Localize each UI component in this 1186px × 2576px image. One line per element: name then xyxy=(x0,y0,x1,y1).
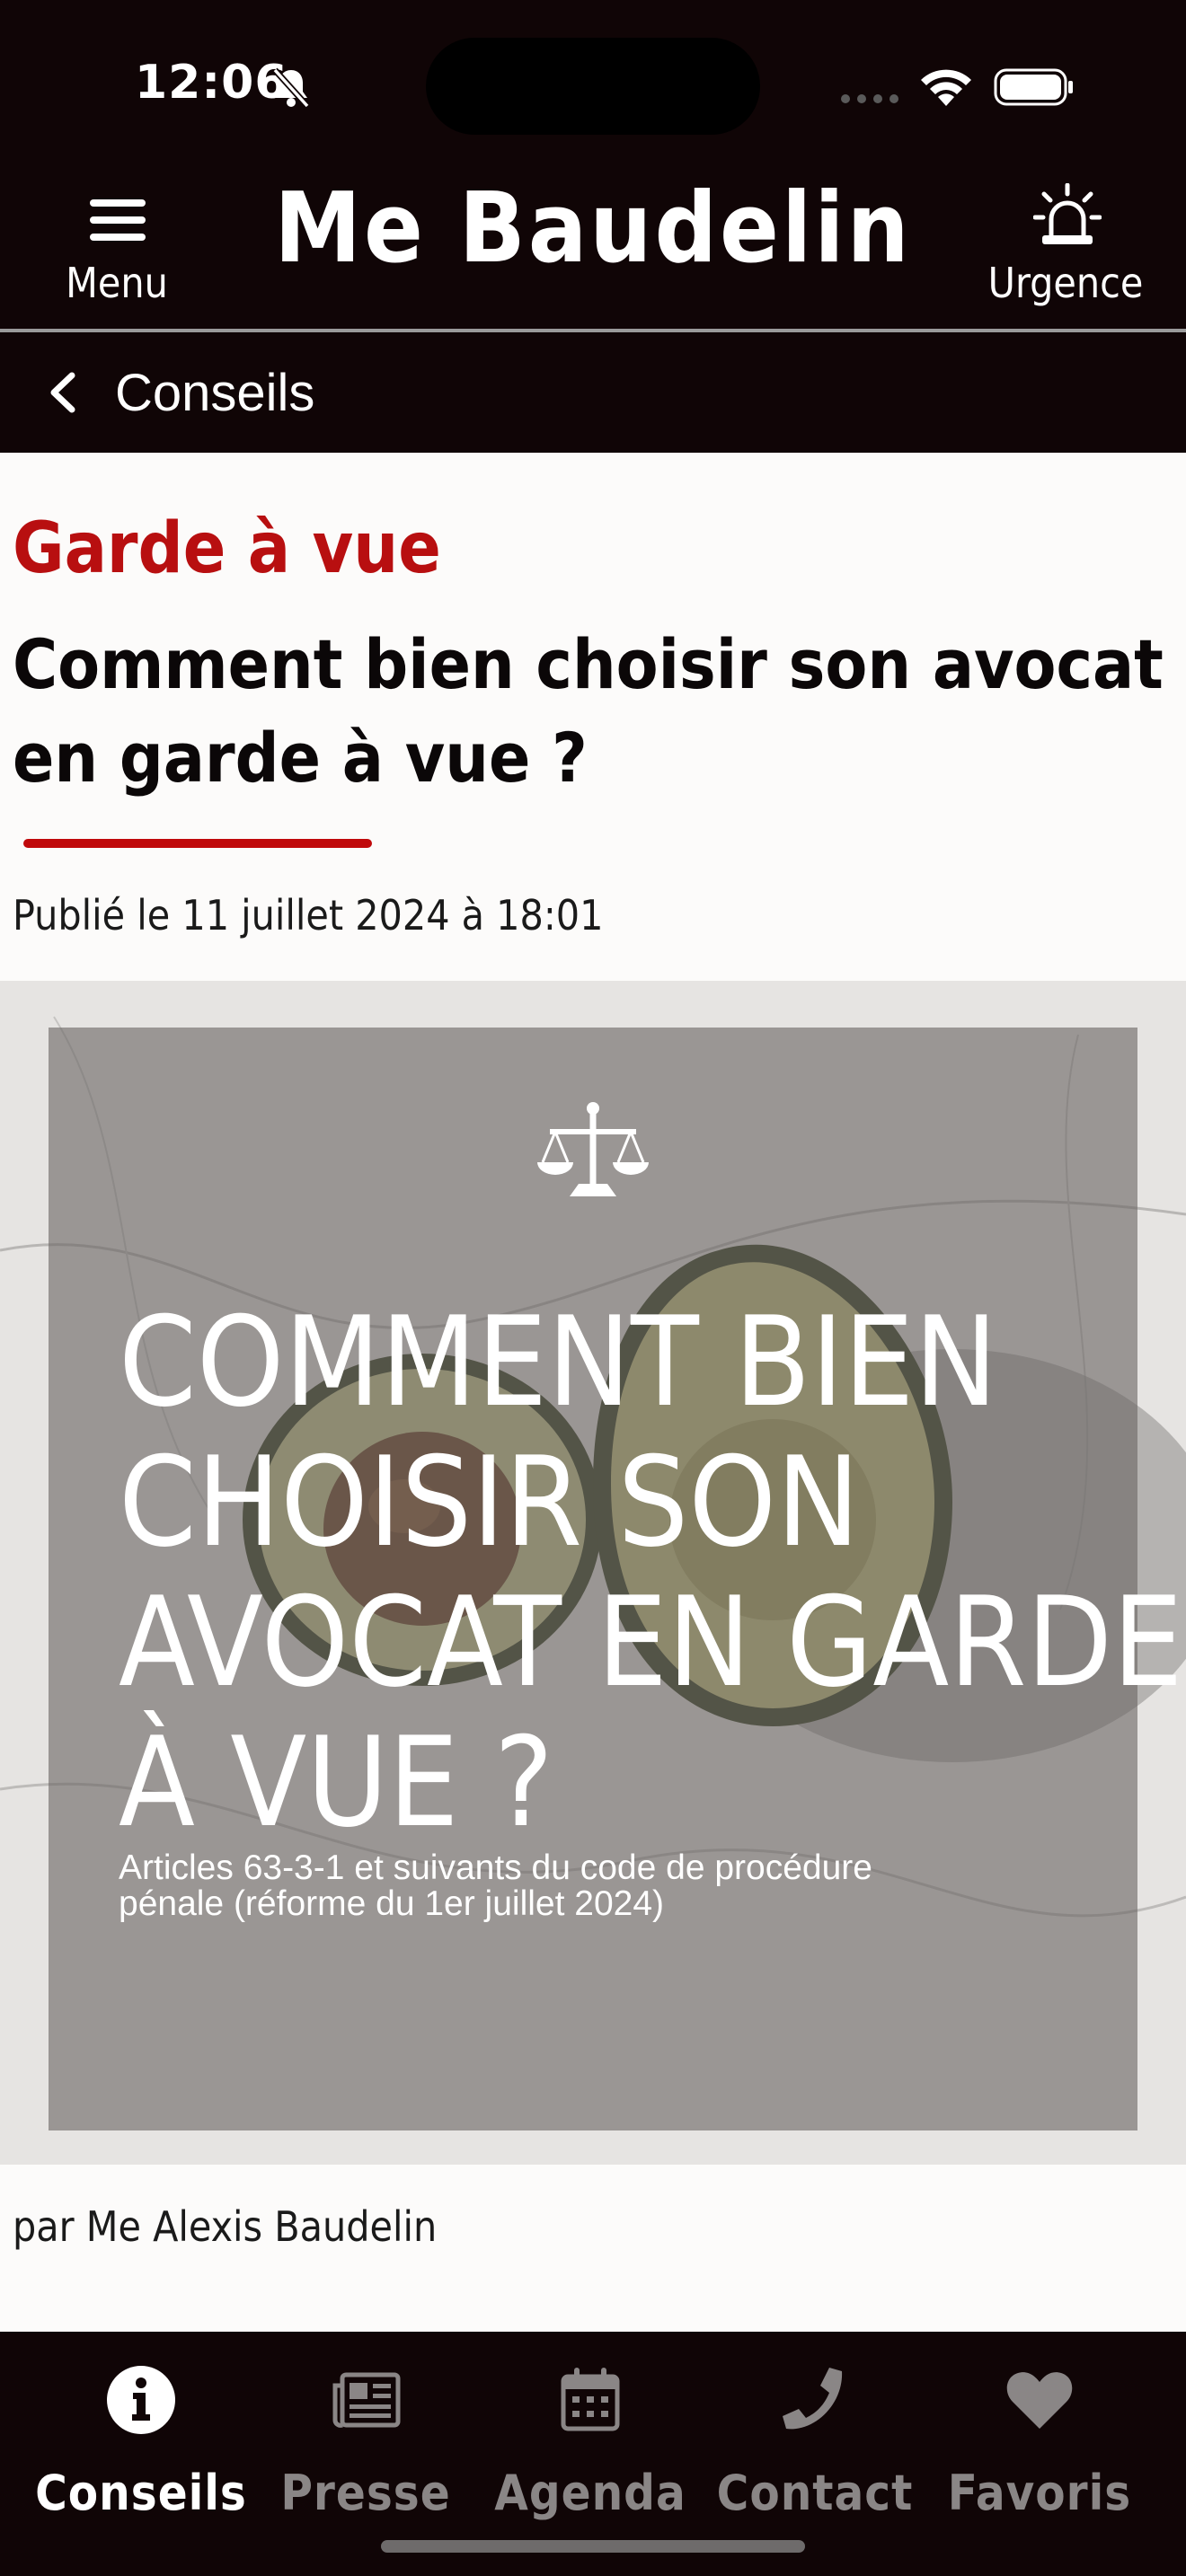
heart-icon xyxy=(1006,2372,1073,2429)
tab-label-favoris: Favoris xyxy=(947,2465,1132,2521)
back-label[interactable]: Conseils xyxy=(115,363,314,423)
tab-favoris[interactable]: Favoris xyxy=(927,2364,1152,2544)
tab-label-contact: Contact xyxy=(716,2465,914,2521)
status-time: 12:06 xyxy=(135,56,288,110)
menu-button[interactable]: Menu xyxy=(54,189,180,314)
info-icon xyxy=(107,2366,175,2434)
article-title: Comment bien choisir son avocat en garde… xyxy=(13,624,1164,798)
phone-icon xyxy=(783,2368,843,2430)
back-navigation[interactable]: Conseils xyxy=(0,332,1186,453)
tab-label-conseils: Conseils xyxy=(35,2465,247,2521)
image-subtitle-line-1: Articles 63-3-1 et suivants du code de p… xyxy=(119,1848,872,1887)
tab-conseils[interactable]: Conseils xyxy=(29,2364,253,2544)
newspaper-icon xyxy=(332,2372,401,2428)
tab-presse[interactable]: Presse xyxy=(253,2364,478,2544)
menu-label: Menu xyxy=(66,259,168,307)
article-image: COMMENT BIEN CHOISIR SON AVOCAT EN GARDE… xyxy=(0,981,1186,2165)
bell-off-icon xyxy=(272,67,310,108)
dynamic-island xyxy=(426,38,760,135)
battery-icon xyxy=(994,68,1073,106)
image-heading-line-2: CHOISIR SON xyxy=(119,1430,860,1575)
image-subtitle-line-2: pénale (réforme du 1er juillet 2024) xyxy=(119,1884,664,1923)
home-indicator[interactable] xyxy=(381,2540,805,2553)
image-heading-line-3: AVOCAT EN GARDE xyxy=(119,1570,1183,1715)
app-title: Me Baudelin xyxy=(274,172,912,285)
tab-contact[interactable]: Contact xyxy=(703,2364,927,2544)
urgence-button[interactable]: Urgence xyxy=(985,176,1146,314)
tab-label-agenda: Agenda xyxy=(494,2465,686,2521)
article-category: Garde à vue xyxy=(13,508,441,589)
tab-label-presse: Presse xyxy=(280,2465,451,2521)
urgence-label: Urgence xyxy=(987,259,1144,307)
title-underline xyxy=(23,839,372,848)
article-author: par Me Alexis Baudelin xyxy=(13,2202,438,2251)
wifi-icon xyxy=(921,69,971,106)
signal-icon xyxy=(841,94,898,103)
image-heading-line-1: COMMENT BIEN xyxy=(119,1290,997,1434)
article-image-art: COMMENT BIEN CHOISIR SON AVOCAT EN GARDE… xyxy=(0,981,1186,2165)
image-heading-line-4: À VUE ? xyxy=(119,1710,553,1855)
siren-icon xyxy=(1033,183,1102,244)
hamburger-icon xyxy=(90,199,146,241)
chevron-left-icon[interactable] xyxy=(47,372,79,413)
calendar-icon xyxy=(561,2368,620,2431)
tab-agenda[interactable]: Agenda xyxy=(478,2364,703,2544)
published-date: Publié le 11 juillet 2024 à 18:01 xyxy=(13,891,604,940)
